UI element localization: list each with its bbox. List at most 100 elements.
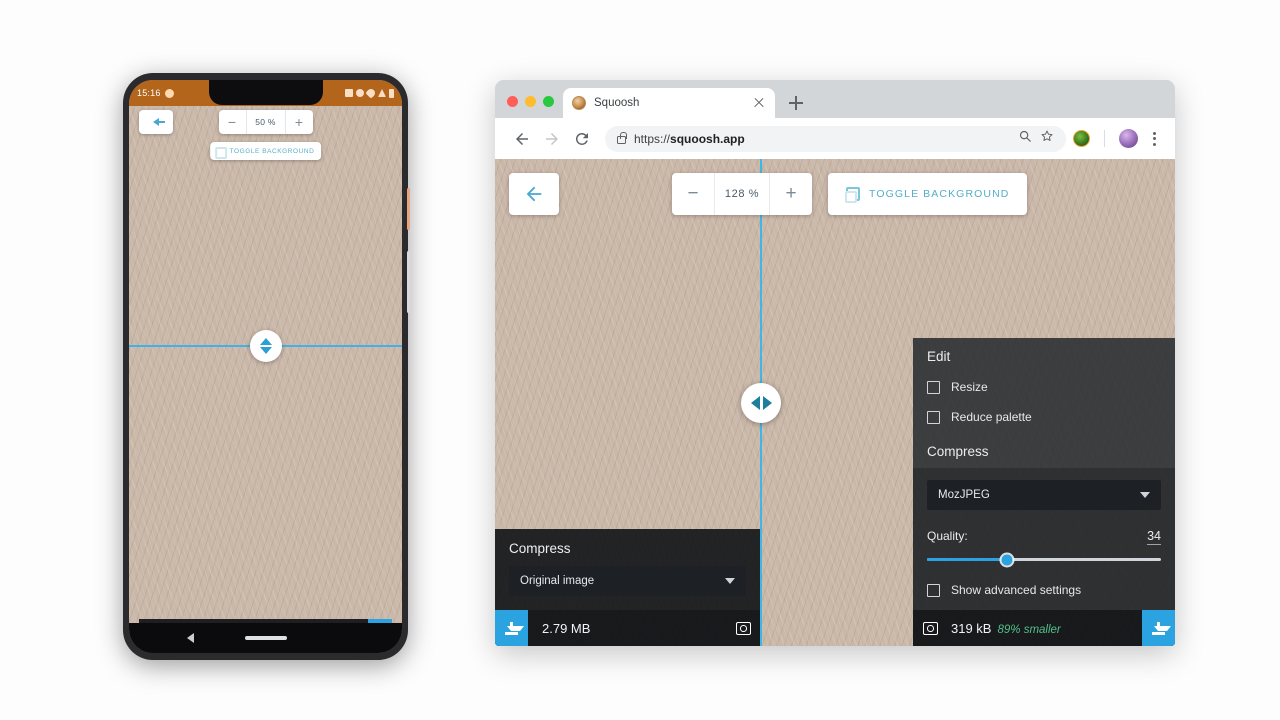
zoom-out-button[interactable]: − bbox=[672, 173, 714, 215]
phone-toggle-background-button[interactable]: TOGGLE BACKGROUND bbox=[209, 142, 322, 160]
toggle-background-button[interactable]: TOGGLE BACKGROUND bbox=[828, 173, 1028, 215]
reduce-palette-checkbox[interactable] bbox=[927, 410, 940, 424]
advanced-section: Show advanced settings bbox=[913, 575, 1175, 610]
toolbar-right-group bbox=[1066, 124, 1163, 154]
home-pill-icon[interactable] bbox=[244, 636, 287, 640]
url-text: https://squoosh.app bbox=[634, 132, 1010, 146]
maximize-window-button[interactable] bbox=[543, 96, 554, 107]
close-window-button[interactable] bbox=[507, 96, 518, 107]
right-download-button[interactable] bbox=[1142, 610, 1175, 646]
phone-back-button[interactable] bbox=[139, 110, 173, 134]
reduce-palette-option[interactable]: Reduce palette bbox=[913, 403, 1175, 433]
browser-toolbar: https://squoosh.app bbox=[495, 118, 1175, 159]
squoosh-toolbar: − 128 % + TOGGLE BACKGROUND bbox=[495, 159, 1175, 215]
original-image-panel: Compress Original image 2.79 MB bbox=[495, 529, 760, 646]
status-left-group: 15:16 bbox=[137, 88, 174, 98]
layers-square-icon bbox=[214, 146, 227, 159]
chevron-down-icon bbox=[259, 347, 272, 354]
resize-label: Resize bbox=[951, 380, 988, 394]
alarm-icon bbox=[356, 89, 364, 97]
nav-back-icon[interactable] bbox=[187, 633, 194, 643]
browser-tab-strip: Squoosh bbox=[495, 80, 1175, 118]
codec-value: MozJPEG bbox=[938, 489, 990, 501]
plus-icon[interactable] bbox=[783, 90, 809, 116]
phone-toolbar: − 50 % + bbox=[129, 110, 402, 134]
phone-zoom-in-button[interactable]: + bbox=[286, 110, 313, 134]
close-icon[interactable] bbox=[752, 96, 766, 110]
compressed-size-group: 319 kB 89% smaller bbox=[947, 621, 1142, 636]
phone-device: 15:16 − 50 % + TOGGLE BACKGROUND bbox=[123, 73, 410, 660]
squoosh-image-viewport[interactable]: − 128 % + TOGGLE BACKGROUND Compress Ori… bbox=[495, 159, 1175, 646]
wifi-icon bbox=[378, 89, 386, 97]
compressed-file-size: 319 kB bbox=[951, 620, 992, 636]
forward-arrow-icon[interactable] bbox=[537, 124, 567, 154]
zoom-control: − 128 % + bbox=[672, 173, 812, 215]
right-panel-footer: 319 kB 89% smaller bbox=[913, 610, 1175, 646]
phone-toggle-background-label: TOGGLE BACKGROUND bbox=[229, 147, 315, 155]
search-icon[interactable] bbox=[1018, 129, 1032, 148]
phone-power-button[interactable] bbox=[407, 188, 410, 230]
resize-option[interactable]: Resize bbox=[913, 373, 1175, 403]
fur-texture-overlay bbox=[129, 80, 402, 653]
compressed-image-panel: Edit Resize Reduce palette Compress MozJ… bbox=[913, 338, 1175, 646]
star-icon[interactable] bbox=[1040, 129, 1054, 148]
reduce-palette-label: Reduce palette bbox=[951, 410, 1032, 424]
phone-nav-bar bbox=[129, 623, 402, 653]
download-icon bbox=[1152, 621, 1171, 635]
quality-slider[interactable] bbox=[927, 554, 1161, 565]
phone-volume-button[interactable] bbox=[407, 251, 410, 313]
bluetooth-icon bbox=[365, 87, 377, 99]
app-badge-icon bbox=[164, 88, 174, 98]
reload-icon[interactable] bbox=[567, 124, 597, 154]
advanced-settings-checkbox[interactable] bbox=[927, 583, 940, 597]
phone-image-preview[interactable] bbox=[129, 80, 402, 653]
chevron-down-icon bbox=[725, 578, 735, 584]
left-panel-body: Original image bbox=[495, 566, 760, 610]
codec-select[interactable]: MozJPEG bbox=[927, 480, 1161, 510]
phone-zoom-out-button[interactable]: − bbox=[219, 110, 246, 134]
chevron-up-icon bbox=[259, 338, 272, 345]
original-format-select[interactable]: Original image bbox=[509, 566, 746, 596]
left-snapshot-button[interactable] bbox=[726, 610, 760, 646]
window-traffic-lights bbox=[505, 96, 563, 118]
quality-value[interactable]: 34 bbox=[1147, 529, 1161, 545]
url-scheme: https:// bbox=[634, 131, 671, 146]
phone-clock: 15:16 bbox=[137, 88, 161, 98]
zoom-value[interactable]: 128 % bbox=[714, 173, 770, 215]
signal-icon bbox=[345, 89, 353, 97]
back-arrow-icon bbox=[153, 118, 165, 126]
browser-window: Squoosh https://squoosh.app − 128 % + TO… bbox=[495, 80, 1175, 646]
original-file-size: 2.79 MB bbox=[542, 620, 591, 636]
back-arrow-icon[interactable] bbox=[507, 124, 537, 154]
original-format-value: Original image bbox=[520, 575, 595, 587]
kebab-menu-icon[interactable] bbox=[1145, 131, 1163, 146]
quality-slider-knob[interactable] bbox=[1001, 554, 1013, 565]
quality-slider-fill bbox=[927, 558, 1007, 561]
camera-icon bbox=[735, 621, 751, 635]
minimize-window-button[interactable] bbox=[525, 96, 536, 107]
left-download-button[interactable] bbox=[495, 610, 528, 646]
chevron-right-icon bbox=[762, 396, 772, 410]
profile-avatar-icon[interactable] bbox=[1118, 129, 1138, 148]
address-bar[interactable]: https://squoosh.app bbox=[605, 125, 1066, 152]
battery-icon bbox=[389, 88, 394, 98]
toolbar-divider bbox=[1104, 130, 1105, 147]
show-advanced-option[interactable]: Show advanced settings bbox=[927, 579, 1161, 597]
url-host: squoosh.app bbox=[670, 131, 745, 146]
squoosh-back-button[interactable] bbox=[509, 173, 559, 215]
quality-label: Quality: bbox=[927, 529, 968, 543]
horizontal-split-handle-icon[interactable] bbox=[741, 383, 781, 423]
vertical-split-handle-icon[interactable] bbox=[249, 330, 282, 362]
edit-title: Edit bbox=[927, 349, 951, 364]
phone-zoom-value[interactable]: 50 % bbox=[245, 110, 286, 134]
browser-tab-squoosh[interactable]: Squoosh bbox=[563, 88, 775, 118]
quality-row: Quality: 34 bbox=[927, 520, 1161, 545]
resize-checkbox[interactable] bbox=[927, 380, 940, 394]
zoom-in-button[interactable]: + bbox=[770, 173, 812, 215]
tab-title: Squoosh bbox=[594, 97, 640, 109]
left-compress-title: Compress bbox=[495, 529, 760, 566]
right-snapshot-button[interactable] bbox=[913, 610, 947, 646]
compression-savings: 89% smaller bbox=[997, 623, 1061, 636]
download-icon bbox=[505, 621, 524, 635]
extension-avatar-icon[interactable] bbox=[1072, 130, 1090, 147]
